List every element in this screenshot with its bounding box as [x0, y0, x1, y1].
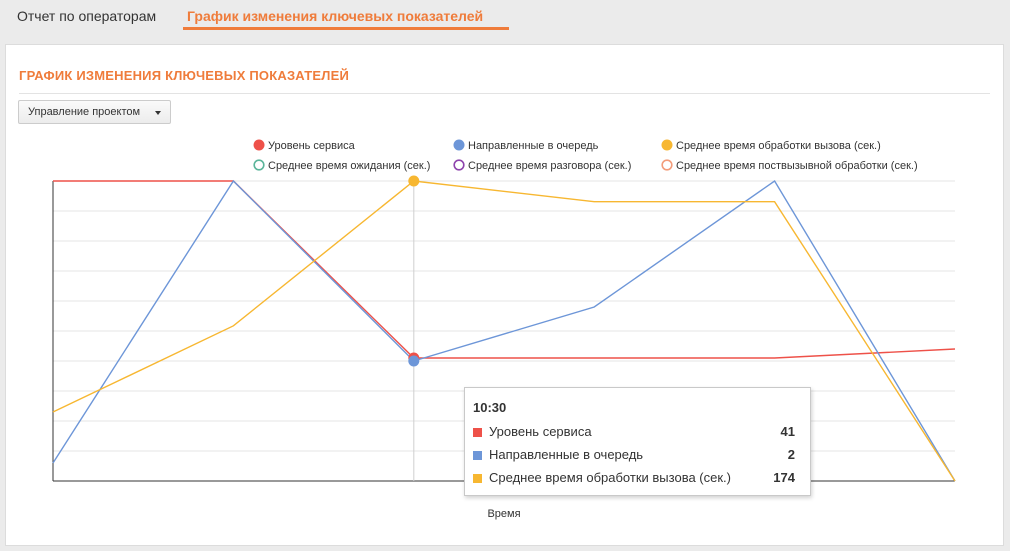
legend-label[interactable]: Среднее время ожидания (сек.): [268, 160, 430, 172]
legend-marker: [453, 159, 465, 171]
chart-tooltip: 10:30 Уровень сервиса 41 Направленные в …: [464, 387, 811, 496]
legend-label[interactable]: Направленные в очередь: [468, 140, 599, 152]
x-axis-label: Время: [487, 508, 520, 520]
tooltip-value: 174: [773, 470, 795, 485]
series-point[interactable]: [408, 355, 420, 367]
legend-marker: [453, 139, 465, 151]
tooltip-time: 10:30: [473, 400, 507, 415]
tooltip-swatch-service-level: [473, 428, 482, 437]
legend-label[interactable]: Среднее время обработки вызова (сек.): [676, 140, 881, 152]
tooltip-label: Среднее время обработки вызова (сек.): [489, 470, 731, 485]
tooltip-row: Уровень сервиса 41: [473, 423, 795, 441]
tooltip-row: Среднее время обработки вызова (сек.) 17…: [473, 469, 795, 487]
tooltip-value: 41: [780, 424, 795, 439]
legend-marker: [661, 139, 673, 151]
legend-marker: [253, 159, 265, 171]
legend-label[interactable]: Уровень сервиса: [268, 140, 356, 152]
legend-marker: [661, 159, 673, 171]
chart-legend: Уровень сервиса Направленные в очередь Сре…: [253, 139, 918, 172]
legend-label[interactable]: Среднее время поствызывной обработки (се…: [676, 160, 918, 172]
tooltip-swatch-avg-handle-time: [473, 474, 482, 483]
tooltip-value: 2: [787, 447, 795, 462]
tooltip-label: Уровень сервиса: [489, 424, 592, 439]
tooltip-swatch-queued: [473, 451, 482, 460]
series-point[interactable]: [408, 175, 420, 187]
legend-marker: [253, 139, 265, 151]
legend-label[interactable]: Среднее время разговора (сек.): [468, 160, 631, 172]
tooltip-row: Направленные в очередь 2: [473, 446, 795, 464]
tooltip-label: Направленные в очередь: [489, 447, 644, 462]
